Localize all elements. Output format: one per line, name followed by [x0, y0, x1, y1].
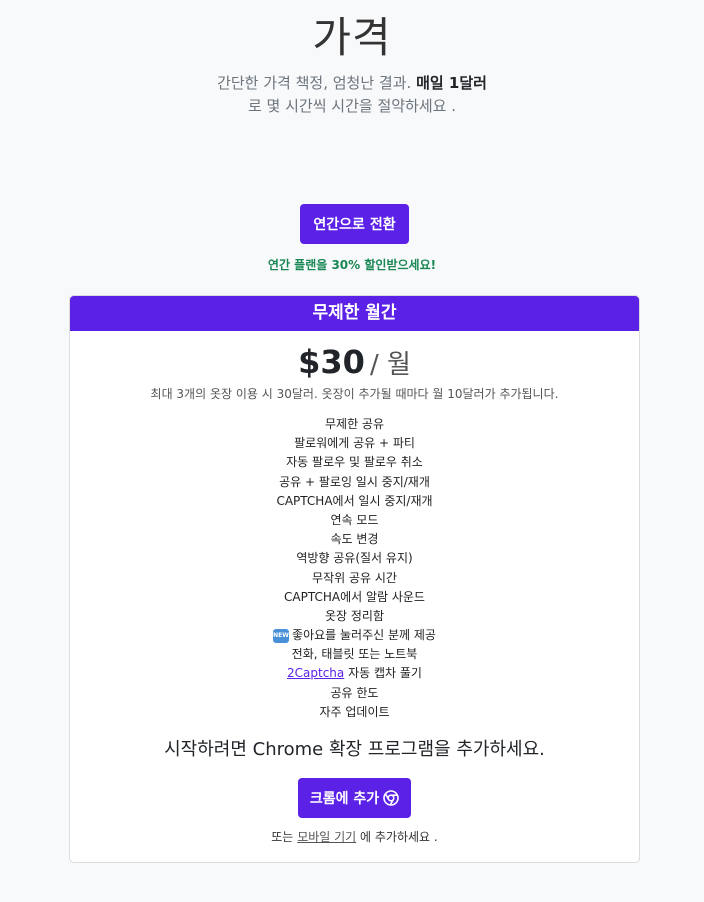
feature-item: CAPTCHA에서 일시 중지/재개 — [276, 493, 433, 508]
feature-item: 속도 변경 — [330, 532, 379, 547]
page-lead: 간단한 가격 책정, 엄청난 결과. 매일 1달러 로 몇 시간씩 시간을 절약… — [0, 72, 704, 118]
footer-suffix: 에 추가하세요 . — [360, 830, 438, 844]
feature-item: 역방향 공유(질서 유지) — [296, 551, 413, 566]
new-feature-text: 좋아요를 눌러주신 분께 제공 — [292, 628, 436, 643]
lead-line-1: 간단한 가격 책정, 엄청난 결과. 매일 1달러 — [0, 72, 704, 95]
cta-heading: 시작하려면 Chrome 확장 프로그램을 추가하세요. — [164, 739, 545, 760]
add-to-chrome-button[interactable]: 크롬에 추가 — [298, 778, 411, 818]
lead-text: 간단한 가격 책정, 엄청난 결과. — [217, 74, 412, 92]
mobile-footer-note: 또는 모바일 기기 에 추가하세요 . — [70, 828, 639, 845]
page-title: 가격 — [312, 13, 392, 62]
plan-price: $30 / 월 — [70, 340, 639, 390]
new-icon: NEW — [273, 628, 290, 643]
mobile-device-link[interactable]: 모바일 기기 — [297, 830, 356, 844]
switch-to-annual-button[interactable]: 연간으로 전환 — [300, 204, 409, 244]
feature-list: 무제한 공유 팔로워에게 공유 + 파티 자동 팔로우 및 팔로우 취소 공유 … — [70, 415, 639, 722]
feature-item: 옷장 정리함 — [324, 608, 384, 623]
chrome-icon — [383, 790, 399, 806]
feature-item: 자주 업데이트 — [319, 704, 390, 719]
pricing-card: 무제한 월간 $30 / 월 최대 3개의 옷장 이용 시 30달러. 옷장이 … — [69, 295, 640, 863]
feature-item: CAPTCHA에서 알람 사운드 — [284, 589, 425, 604]
lead-highlight: 매일 1달러 — [416, 74, 487, 92]
plan-name: 무제한 월간 — [70, 296, 639, 331]
annual-discount-note: 연간 플랜을 30% 할인받으세요! — [267, 258, 437, 272]
price-amount: $30 — [298, 343, 365, 381]
lead-line-2: 로 몇 시간씩 시간을 절약하세요 . — [247, 97, 456, 115]
feature-item: 공유 한도 — [330, 685, 379, 700]
feature-item: 무작위 공유 시간 — [312, 570, 397, 585]
feature-item: 무제한 공유 — [324, 417, 384, 431]
feature-item: 전화, 태블릿 또는 노트북 — [291, 647, 418, 662]
footer-prefix: 또는 — [271, 830, 294, 844]
price-period: / 월 — [369, 350, 411, 380]
feature-item: 자동 팔로우 및 팔로우 취소 — [286, 455, 423, 470]
feature-item: 공유 + 팔로잉 일시 중지/재개 — [279, 474, 430, 489]
feature-item: 연속 모드 — [330, 512, 379, 527]
price-note: 최대 3개의 옷장 이용 시 30달러. 옷장이 추가될 때마다 월 10달러가… — [150, 387, 559, 401]
feature-item-captcha: 2Captcha 자동 캡차 풀기 — [70, 664, 639, 683]
captcha-feature-text: 자동 캡차 풀기 — [348, 666, 422, 681]
add-to-chrome-label: 크롬에 추가 — [309, 791, 380, 807]
feature-item: 팔로워에게 공유 + 파티 — [294, 436, 415, 451]
2captcha-link[interactable]: 2Captcha — [287, 666, 344, 680]
feature-item-new: NEW 좋아요를 눌러주신 분께 제공 — [70, 626, 639, 645]
